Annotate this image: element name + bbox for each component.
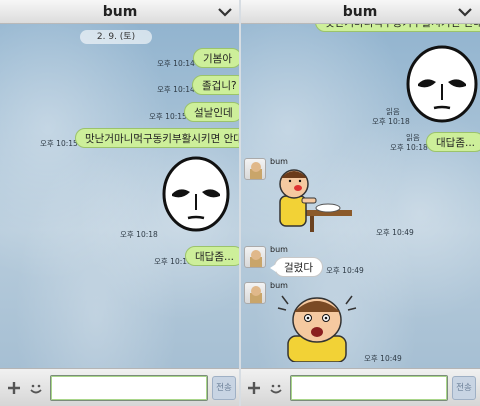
message-time: 오후 10:49 (376, 228, 414, 237)
plus-icon (248, 382, 260, 394)
avatar[interactable] (244, 246, 266, 268)
message-time: 오후 10:18 (390, 143, 428, 152)
message-time: 오후 10:18 (120, 230, 158, 239)
message-time: 오후 10:14 (157, 59, 195, 68)
avatar-image (250, 162, 262, 179)
emoticon-button[interactable] (266, 377, 286, 399)
message-bubble[interactable]: 걸렸다 (270, 257, 323, 277)
message-bubble[interactable]: 대답좀... (185, 246, 240, 266)
header-bar: bum (0, 0, 240, 24)
message-bubble[interactable]: 기봄아 (193, 48, 240, 68)
message-bubble[interactable]: 설날인데 (184, 102, 240, 122)
plus-icon (8, 382, 20, 394)
emoticon-icon (270, 384, 282, 394)
message-time: 오후 10:49 (326, 266, 364, 275)
sender-name: bum (270, 245, 288, 254)
message-time: 오후 10:18 (372, 117, 410, 126)
message-time: 오후 10:15 (149, 112, 187, 121)
message-bubble[interactable]: 졸겁니? (192, 75, 240, 95)
eating-character-sticker[interactable] (272, 166, 354, 236)
input-bar: 전송 (240, 368, 480, 406)
message-bubble[interactable]: 맛난거마니먹구동키부활시키면 안대 (75, 128, 240, 148)
sender-name: bum (270, 157, 288, 166)
send-button[interactable]: 전송 (452, 376, 476, 400)
message-list[interactable]: 맛난거마니먹구동키부활시키면 안대 읽음 오후 10:18 읽음 오후 10:1… (240, 24, 480, 368)
chat-pane-left: bum 2. 9. (토) 오후 10:14 기봄아 오후 10:14 졸겁니?… (0, 0, 240, 406)
chat-title: bum (342, 3, 378, 20)
chat-pane-right: bum 맛난거마니먹구동키부활시키면 안대 읽음 오후 10:18 읽음 오후 … (240, 0, 480, 406)
message-time: 오후 10:15 (40, 139, 78, 148)
message-bubble[interactable]: 대답좀... (426, 132, 480, 152)
emoticon-button[interactable] (26, 377, 46, 399)
sender-name: bum (270, 281, 288, 290)
avatar[interactable] (244, 158, 266, 180)
face-sticker[interactable] (404, 44, 480, 124)
avatar-image (250, 250, 262, 267)
attach-button[interactable] (4, 377, 24, 399)
avatar[interactable] (244, 282, 266, 304)
message-input[interactable] (50, 375, 208, 401)
input-bar: 전송 (0, 368, 240, 406)
message-input[interactable] (290, 375, 448, 401)
chevron-down-icon[interactable] (458, 6, 472, 18)
chat-title: bum (102, 3, 138, 20)
date-separator: 2. 9. (토) (80, 30, 152, 44)
message-time: 오후 10:49 (364, 354, 402, 363)
send-button[interactable]: 전송 (212, 376, 236, 400)
avatar-image (250, 286, 262, 303)
chevron-down-icon[interactable] (218, 6, 232, 18)
message-time: 오후 10:14 (157, 85, 195, 94)
emoticon-icon (30, 384, 42, 394)
face-sticker[interactable] (160, 156, 232, 236)
attach-button[interactable] (244, 377, 264, 399)
shocked-character-sticker[interactable] (274, 290, 360, 362)
header-bar: bum (240, 0, 480, 24)
pane-divider (239, 0, 241, 406)
message-list[interactable]: 2. 9. (토) 오후 10:14 기봄아 오후 10:14 졸겁니? 오후 … (0, 24, 240, 368)
message-bubble[interactable]: 맛난거마니먹구동키부활시키면 안대 (315, 24, 480, 32)
